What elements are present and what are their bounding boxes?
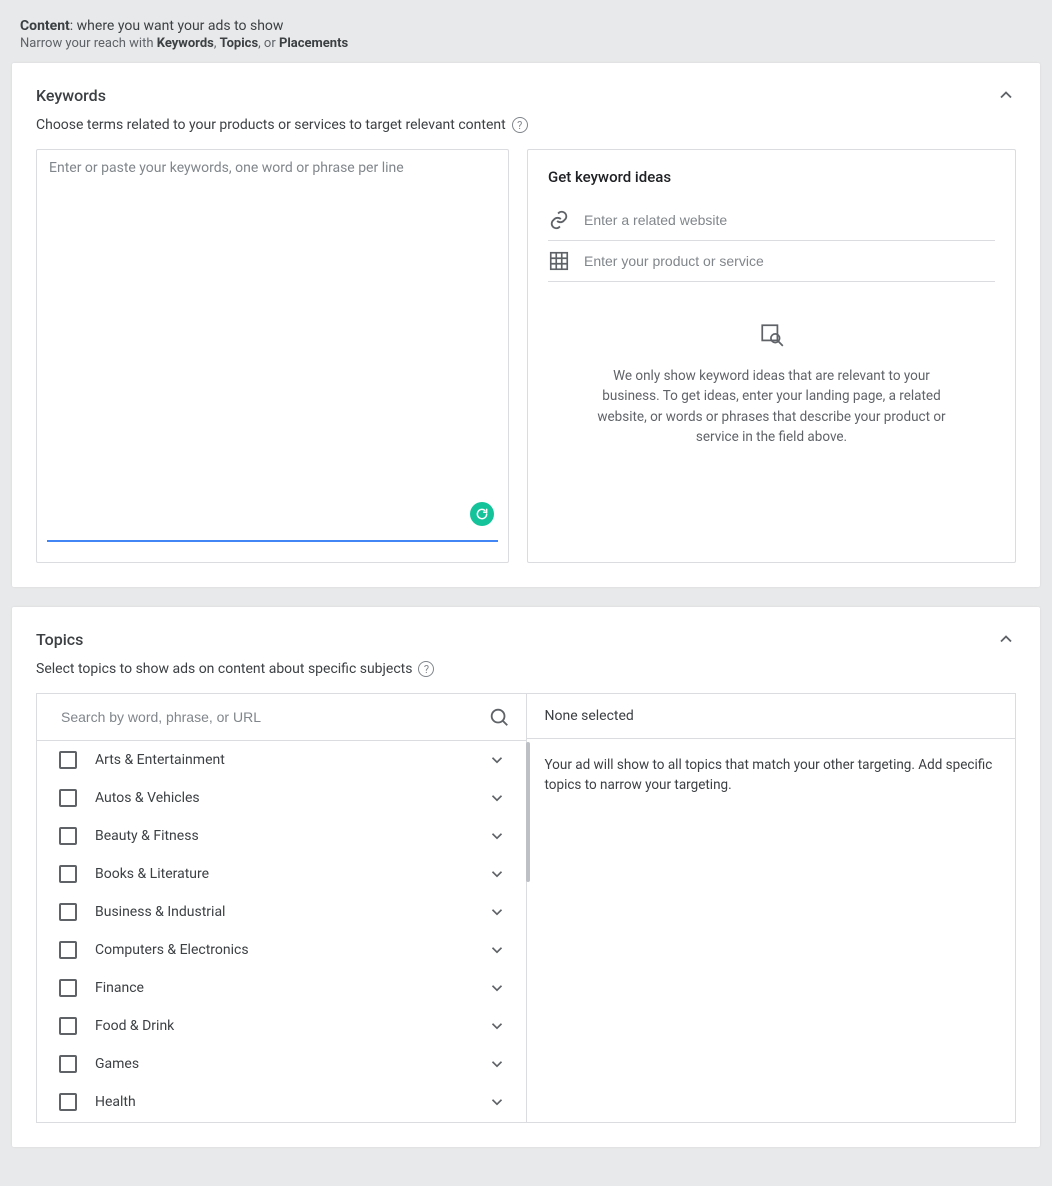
ideas-empty-state: We only show keyword ideas that are rele… [548,322,995,447]
topic-label: Computers & Electronics [95,942,470,958]
checkbox[interactable] [59,827,77,845]
topics-subtitle-row: Select topics to show ads on content abo… [12,657,1040,693]
chevron-down-icon[interactable] [488,789,506,807]
header-line-2: Narrow your reach with Keywords, Topics,… [20,36,1032,51]
topics-card: Topics Select topics to show ads on cont… [12,607,1040,1147]
link-icon [548,209,570,231]
keyword-ideas-title: Get keyword ideas [548,168,995,186]
topic-row[interactable]: Games [37,1045,526,1083]
topic-label: Games [95,1056,470,1072]
checkbox[interactable] [59,903,77,921]
keywords-card-header[interactable]: Keywords [12,63,1040,113]
help-icon[interactable]: ? [512,117,528,133]
chevron-down-icon[interactable] [488,751,506,769]
scrollbar-thumb[interactable] [526,742,530,882]
topic-label: Books & Literature [95,866,470,882]
checkbox[interactable] [59,1055,77,1073]
topic-label: Business & Industrial [95,904,470,920]
topic-label: Finance [95,980,470,996]
topics-title: Topics [36,630,83,649]
chevron-down-icon[interactable] [488,1017,506,1035]
checkbox[interactable] [59,789,77,807]
textarea-focus-underline [47,540,498,542]
checkbox[interactable] [59,941,77,959]
page-header: Content: where you want your ads to show… [0,0,1052,63]
topic-row[interactable]: Finance [37,969,526,1007]
header-content-bold: Content [20,18,70,34]
topic-row[interactable]: Beauty & Fitness [37,817,526,855]
topic-list[interactable]: Arts & Entertainment Autos & Vehicles Beau… [37,741,526,1122]
grammarly-icon[interactable] [470,502,494,526]
topic-row[interactable]: Health [37,1083,526,1121]
topic-label: Health [95,1094,470,1110]
chevron-down-icon[interactable] [488,865,506,883]
topic-row[interactable]: Arts & Entertainment [37,741,526,779]
chevron-down-icon[interactable] [488,903,506,921]
checkbox[interactable] [59,1017,77,1035]
topic-label: Autos & Vehicles [95,790,470,806]
product-service-input[interactable] [584,253,995,269]
chevron-down-icon[interactable] [488,827,506,845]
topic-row[interactable]: Autos & Vehicles [37,779,526,817]
topic-row[interactable]: Computers & Electronics [37,931,526,969]
related-website-input[interactable] [584,212,995,228]
topic-row[interactable]: Books & Literature [37,855,526,893]
checkbox[interactable] [59,865,77,883]
topics-subtitle: Select topics to show ads on content abo… [36,661,412,677]
keywords-card: Keywords Choose terms related to your pr… [12,63,1040,587]
topics-browse-panel: Arts & Entertainment Autos & Vehicles Beau… [36,693,526,1123]
related-website-row [548,200,995,241]
checkbox[interactable] [59,1093,77,1111]
ideas-empty-text: We only show keyword ideas that are rele… [588,366,955,447]
grid-icon [548,250,570,272]
topic-label: Beauty & Fitness [95,828,470,844]
chevron-down-icon[interactable] [488,941,506,959]
help-icon[interactable]: ? [418,661,434,677]
keywords-title: Keywords [36,86,106,105]
keywords-textarea[interactable] [49,160,496,520]
topic-row[interactable]: Business & Industrial [37,893,526,931]
none-selected-body: Your ad will show to all topics that mat… [527,739,1016,812]
product-service-row [548,241,995,282]
checkbox[interactable] [59,979,77,997]
page-search-icon [588,322,955,348]
topic-label: Food & Drink [95,1018,470,1034]
header-line-1: Content: where you want your ads to show [20,18,1032,34]
topics-search-row [37,694,526,741]
topic-label: Arts & Entertainment [95,752,470,768]
chevron-down-icon[interactable] [488,979,506,997]
search-icon[interactable] [488,706,510,728]
topic-row[interactable]: Food & Drink [37,1007,526,1045]
keywords-textarea-box [36,149,509,563]
chevron-down-icon[interactable] [488,1093,506,1111]
keywords-subtitle: Choose terms related to your products or… [36,117,506,133]
topics-selected-panel: None selected Your ad will show to all t… [526,693,1017,1123]
topics-search-input[interactable] [61,709,488,725]
none-selected-header: None selected [527,694,1016,739]
keyword-ideas-box: Get keyword ideas We only show keyword i… [527,149,1016,563]
chevron-down-icon[interactable] [488,1055,506,1073]
keywords-subtitle-row: Choose terms related to your products or… [12,113,1040,149]
topics-card-header[interactable]: Topics [12,607,1040,657]
chevron-up-icon[interactable] [996,85,1016,105]
chevron-up-icon[interactable] [996,629,1016,649]
checkbox[interactable] [59,751,77,769]
